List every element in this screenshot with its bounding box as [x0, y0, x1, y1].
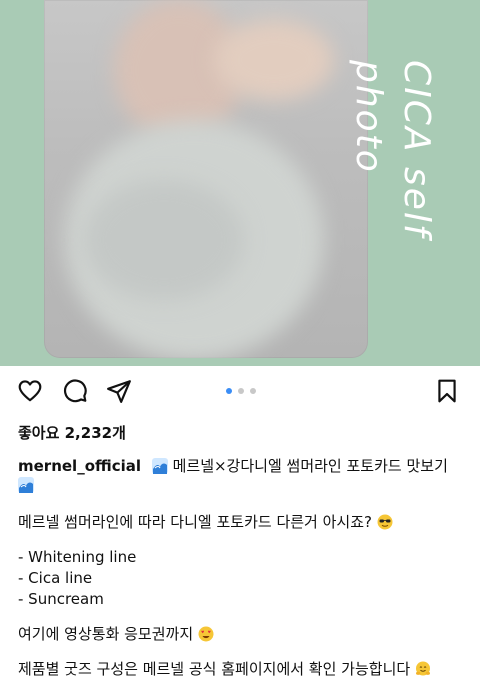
blurred-shirt [84, 180, 244, 300]
photo-card [44, 0, 368, 358]
post-content: 좋아요 2,232개 mernel_official 메르넬×강다니엘 썸머라인… [0, 414, 480, 680]
comment-icon[interactable] [62, 378, 88, 404]
carousel-indicator [226, 388, 256, 394]
post-image[interactable]: CICA self photo [0, 0, 480, 366]
caption-title: 메르넬×강다니엘 썸머라인 포토카드 맛보기 [172, 457, 448, 475]
carousel-dot [238, 388, 244, 394]
caption-line: - Whitening line [18, 548, 137, 566]
username[interactable]: mernel_official [18, 457, 141, 475]
vertical-caption: CICA self photo [348, 60, 437, 239]
share-icon[interactable] [106, 378, 132, 404]
likes-count[interactable]: 좋아요 2,232개 [18, 422, 464, 443]
caption-title-row: mernel_official 메르넬×강다니엘 썸머라인 포토카드 맛보기 [18, 455, 464, 494]
carousel-dot-active [226, 388, 232, 394]
caption-body: 메르넬 썸머라인에 따라 다니엘 포토카드 다른거 아시죠? - Whiteni… [18, 512, 464, 680]
bookmark-icon[interactable] [434, 378, 460, 404]
caption-line: 여기에 영상통화 응모권까지 [18, 624, 464, 645]
caption-line: 메르넬 썸머라인에 따라 다니엘 포토카드 다른거 아시죠? [18, 512, 464, 533]
carousel-dot [250, 388, 256, 394]
sunglasses-emoji [377, 514, 393, 530]
caption-line: - Suncream [18, 590, 104, 608]
caption-line: 제품별 굿즈 구성은 메르넬 공식 홈페이지에서 확인 가능합니다 [18, 659, 464, 680]
wave-emoji [18, 477, 34, 493]
blurred-hand [214, 20, 334, 100]
action-bar [0, 366, 480, 414]
caption-line: - Cica line [18, 569, 93, 587]
heart-eyes-emoji [198, 626, 214, 642]
wave-emoji [151, 458, 168, 474]
hug-emoji [415, 661, 431, 677]
heart-icon[interactable] [17, 378, 43, 404]
